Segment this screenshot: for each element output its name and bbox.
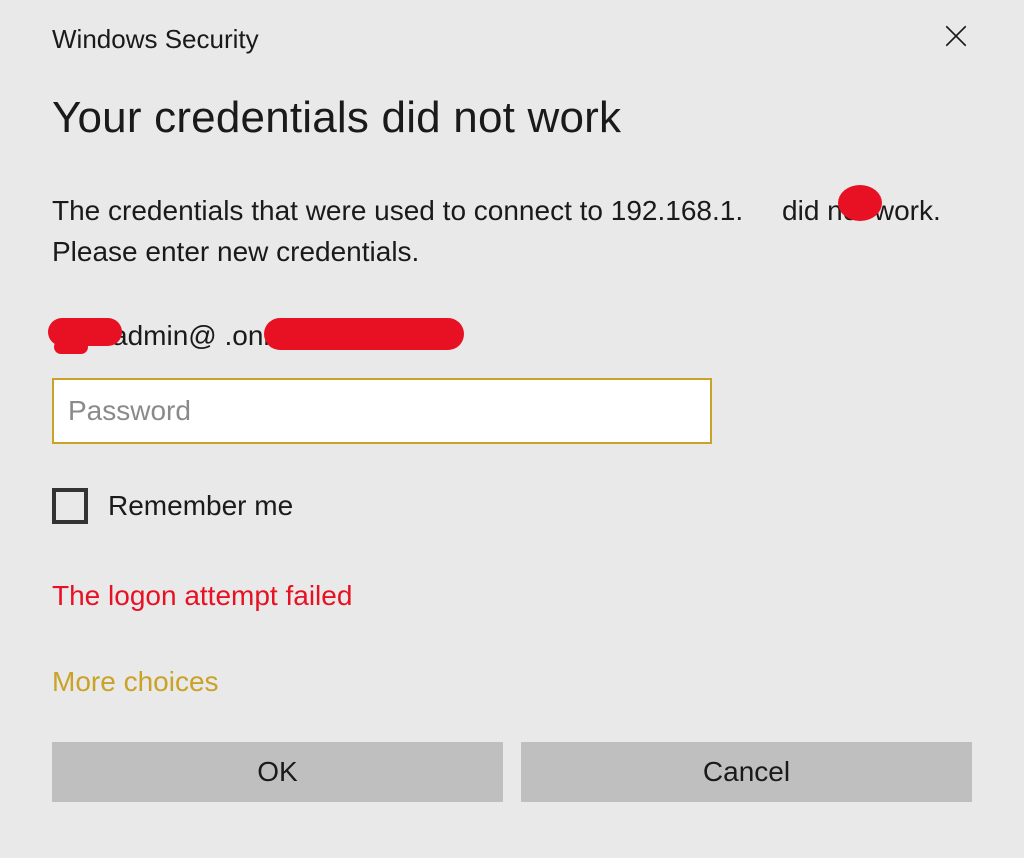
- redacted-ip-octet: [743, 195, 774, 226]
- remember-me-label: Remember me: [108, 490, 293, 522]
- error-message: The logon attempt failed: [52, 580, 972, 612]
- dialog-message: The credentials that were used to connec…: [52, 191, 972, 272]
- close-button[interactable]: [940, 20, 972, 52]
- window-title: Windows Security: [52, 24, 259, 55]
- close-icon: [943, 23, 969, 49]
- title-bar: Windows Security: [52, 24, 972, 55]
- remember-me-row: Remember me: [52, 488, 972, 524]
- username-display: admin@ .onmicrosoft.com: [52, 320, 972, 352]
- more-choices-link[interactable]: More choices: [52, 666, 972, 698]
- ok-button[interactable]: OK: [52, 742, 503, 802]
- cancel-button[interactable]: Cancel: [521, 742, 972, 802]
- button-row: OK Cancel: [52, 742, 972, 802]
- redaction-mark: [264, 318, 464, 350]
- message-text-1: The credentials that were used to connec…: [52, 195, 743, 226]
- redaction-mark: [838, 185, 882, 221]
- redaction-mark: [54, 340, 88, 354]
- credentials-dialog: Windows Security Your credentials did no…: [0, 0, 1024, 858]
- remember-me-checkbox[interactable]: [52, 488, 88, 524]
- password-input[interactable]: [52, 378, 712, 444]
- dialog-heading: Your credentials did not work: [52, 93, 972, 143]
